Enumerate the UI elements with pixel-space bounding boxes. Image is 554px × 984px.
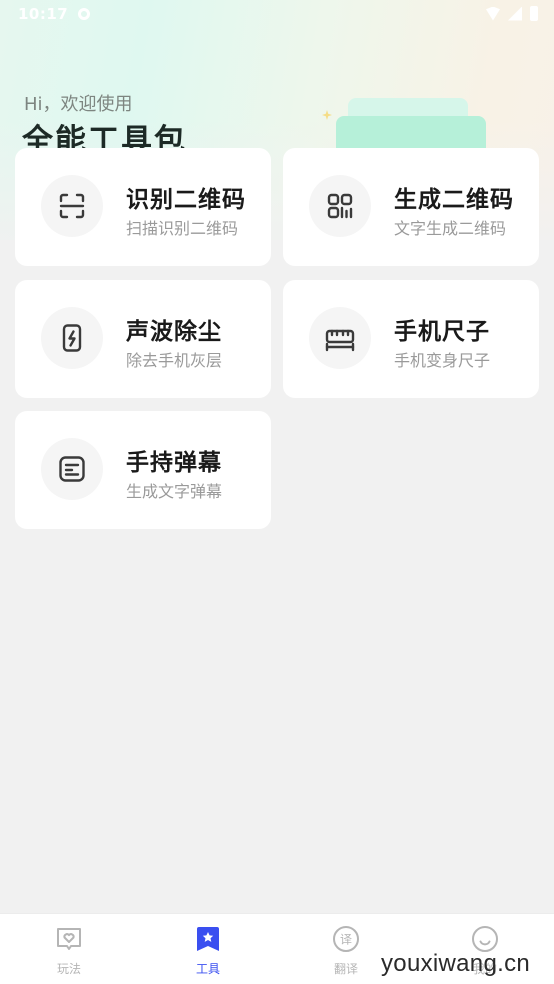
scan-icon xyxy=(41,175,103,237)
tab-play[interactable]: 玩法 xyxy=(29,924,109,978)
battery-icon xyxy=(530,6,538,21)
tab-label: 玩法 xyxy=(56,962,81,976)
tool-title: 手机尺子 xyxy=(394,319,490,345)
tool-card-handheld-barrage[interactable]: 手持弹幕 生成文字弹幕 xyxy=(15,411,271,529)
tool-title: 生成二维码 xyxy=(394,187,514,213)
tab-label: 工具 xyxy=(195,962,220,976)
heart-bubble-icon xyxy=(57,928,81,950)
page-title: 全能工具包 xyxy=(22,123,187,148)
tool-subtitle: 文字生成二维码 xyxy=(394,219,507,238)
tool-card-ruler[interactable]: 手机尺子 手机变身尺子 xyxy=(283,280,539,398)
tab-tools[interactable]: 工具 xyxy=(168,924,248,978)
sparkle-icon xyxy=(322,110,332,120)
tool-subtitle: 扫描识别二维码 xyxy=(126,219,239,238)
tool-title: 识别二维码 xyxy=(126,187,246,213)
status-bar: 10:17 xyxy=(0,0,554,30)
status-time: 10:17 xyxy=(18,5,69,23)
greeting-text: Hi，欢迎使用 xyxy=(24,94,133,115)
ruler-icon xyxy=(309,307,371,369)
header-illustration xyxy=(320,96,490,156)
wifi-icon xyxy=(486,6,500,21)
translate-icon: 译 xyxy=(333,926,359,952)
star-bookmark-icon xyxy=(197,927,219,951)
tool-subtitle: 除去手机灰层 xyxy=(126,351,223,370)
settings-status-icon xyxy=(78,8,90,20)
tool-card-scan-qr[interactable]: 识别二维码 扫描识别二维码 xyxy=(15,148,271,266)
tool-subtitle: 手机变身尺子 xyxy=(394,351,491,370)
svg-text:译: 译 xyxy=(340,933,352,947)
phone-clean-icon xyxy=(41,307,103,369)
watermark: youxiwang.cn xyxy=(381,950,531,977)
qr-code-icon xyxy=(309,175,371,237)
tool-card-generate-qr[interactable]: 生成二维码 文字生成二维码 xyxy=(283,148,539,266)
tab-translate[interactable]: 译 翻译 xyxy=(306,924,386,978)
signal-icon xyxy=(508,6,522,21)
text-scroll-icon xyxy=(41,438,103,500)
tool-subtitle: 生成文字弹幕 xyxy=(126,482,223,501)
tool-title: 声波除尘 xyxy=(126,319,222,345)
status-indicators xyxy=(486,6,538,21)
tool-card-sonic-clean[interactable]: 声波除尘 除去手机灰层 xyxy=(15,280,271,398)
tool-title: 手持弹幕 xyxy=(126,450,222,476)
tab-label: 翻译 xyxy=(333,962,358,976)
